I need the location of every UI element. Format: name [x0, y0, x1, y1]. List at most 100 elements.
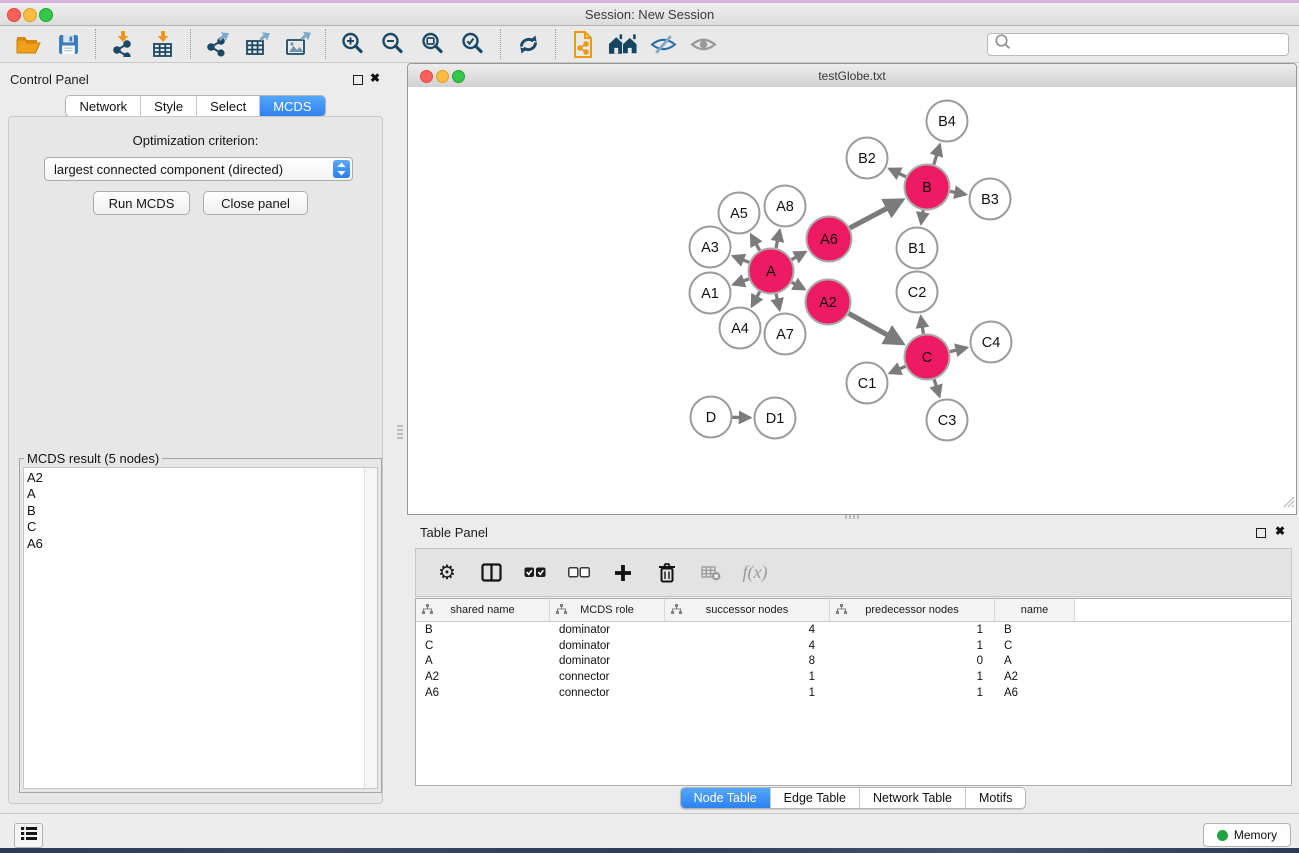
settings-gear-icon[interactable]: ⚙ [434, 560, 460, 586]
horizontal-splitter-grip[interactable] [845, 515, 861, 519]
tab-mcds[interactable]: MCDS [259, 96, 324, 116]
add-column-icon[interactable] [610, 560, 636, 586]
graph-node-D1[interactable]: D1 [755, 398, 796, 439]
graph-node-C3[interactable]: C3 [927, 400, 968, 441]
table-cell[interactable]: 8 [665, 655, 830, 667]
search-field[interactable] [987, 33, 1289, 56]
mcds-result-item[interactable]: A [27, 486, 361, 502]
table-row[interactable]: Bdominator41B [416, 622, 1291, 638]
graph-node-B[interactable]: B [905, 165, 950, 210]
close-panel-button[interactable]: Close panel [203, 191, 308, 215]
eye-icon[interactable] [688, 29, 718, 59]
tab-node-table[interactable]: Node Table [681, 788, 770, 808]
table-body[interactable]: Bdominator41BCdominator41CAdominator80AA… [416, 622, 1291, 701]
network-canvas[interactable]: AA1A2A3A4A5A6A7A8BB1B2B3B4CC1C2C3C4DD1 [408, 87, 1296, 514]
graph-edge-C-C1[interactable] [890, 366, 905, 373]
graph-node-A3[interactable]: A3 [690, 227, 731, 268]
memory-button[interactable]: Memory [1203, 823, 1291, 847]
vertical-splitter-grip[interactable] [397, 425, 403, 441]
run-mcds-button[interactable]: Run MCDS [93, 191, 190, 215]
tab-motifs[interactable]: Motifs [965, 788, 1025, 808]
graph-edge-A-A3[interactable] [733, 256, 749, 262]
graph-edge-A6-B[interactable] [850, 200, 902, 228]
refresh-icon[interactable] [513, 29, 543, 59]
column-header-successor-nodes[interactable]: successor nodes [665, 599, 830, 621]
import-network-icon[interactable] [108, 29, 138, 59]
open-folder-icon[interactable] [13, 29, 43, 59]
graph-node-B1[interactable]: B1 [897, 228, 938, 269]
zoom-in-icon[interactable] [338, 29, 368, 59]
table-cell[interactable]: 0 [830, 655, 995, 667]
graph-edge-C-C4[interactable] [950, 348, 967, 352]
graph-node-C4[interactable]: C4 [971, 322, 1012, 363]
graph-node-A6[interactable]: A6 [807, 217, 852, 262]
graph-edge-A-A4[interactable] [752, 292, 760, 306]
tab-select[interactable]: Select [196, 96, 259, 116]
table-cell[interactable]: 1 [830, 640, 995, 652]
table-cell[interactable]: dominator [550, 655, 665, 667]
table-cell[interactable]: C [416, 640, 550, 652]
tab-network[interactable]: Network [66, 96, 140, 116]
table-cell[interactable]: dominator [550, 624, 665, 636]
table-cell[interactable]: 1 [830, 624, 995, 636]
column-header-name[interactable]: name [995, 599, 1075, 621]
float-window-icon[interactable] [353, 75, 363, 85]
table-row[interactable]: Adominator80A [416, 654, 1291, 670]
mcds-result-item[interactable]: C [27, 519, 361, 535]
table-cell[interactable]: 1 [830, 687, 995, 699]
table-cell[interactable]: B [416, 624, 550, 636]
graph-edge-A-A5[interactable] [751, 235, 760, 250]
graph-node-A1[interactable]: A1 [690, 273, 731, 314]
table-cell[interactable]: connector [550, 671, 665, 683]
select-all-icon[interactable] [522, 560, 548, 586]
delete-table-icon[interactable] [698, 560, 724, 586]
graph-edge-B-B1[interactable] [921, 210, 923, 223]
column-header-predecessor-nodes[interactable]: predecessor nodes [830, 599, 995, 621]
column-layout-icon[interactable] [478, 560, 504, 586]
table-cell[interactable]: 1 [665, 687, 830, 699]
deselect-all-icon[interactable] [566, 560, 592, 586]
resize-grip-icon[interactable] [1282, 495, 1295, 513]
graph-edge-A-A7[interactable] [776, 294, 779, 310]
table-row[interactable]: A2connector11A2 [416, 669, 1291, 685]
mcds-result-item[interactable]: A6 [27, 536, 361, 552]
graph-edge-B-B3[interactable] [950, 191, 965, 194]
graph-node-A5[interactable]: A5 [719, 193, 760, 234]
graph-node-A[interactable]: A [749, 249, 794, 294]
tab-edge-table[interactable]: Edge Table [770, 788, 859, 808]
tab-network-table[interactable]: Network Table [859, 788, 965, 808]
graph-node-C[interactable]: C [905, 335, 950, 380]
table-row[interactable]: Cdominator41C [416, 638, 1291, 654]
home-icon[interactable] [608, 29, 638, 59]
graph-edge-B-B4[interactable] [934, 145, 940, 164]
import-table-icon[interactable] [148, 29, 178, 59]
scrollbar-track[interactable] [364, 468, 377, 788]
graph-edge-A-A1[interactable] [734, 279, 749, 284]
task-history-button[interactable] [14, 823, 43, 848]
table-cell[interactable]: dominator [550, 640, 665, 652]
table-cell[interactable]: A6 [995, 687, 1075, 699]
close-icon[interactable]: ✖ [370, 71, 380, 85]
criterion-dropdown[interactable]: largest connected component (directed) [44, 157, 353, 181]
table-cell[interactable]: A2 [416, 671, 550, 683]
column-header-shared-name[interactable]: shared name [416, 599, 550, 621]
table-cell[interactable]: A [995, 655, 1075, 667]
table-cell[interactable]: 1 [665, 671, 830, 683]
graph-node-C1[interactable]: C1 [847, 363, 888, 404]
float-window-icon[interactable] [1256, 528, 1266, 538]
graph-edge-A-A6[interactable] [792, 252, 806, 260]
save-icon[interactable] [53, 29, 83, 59]
table-cell[interactable]: C [995, 640, 1075, 652]
graph-node-B4[interactable]: B4 [927, 101, 968, 142]
zoom-fit-icon[interactable] [418, 29, 448, 59]
table-cell[interactable]: connector [550, 687, 665, 699]
table-cell[interactable]: 4 [665, 624, 830, 636]
close-icon[interactable]: ✖ [1275, 524, 1285, 538]
table-row[interactable]: A6connector11A6 [416, 685, 1291, 701]
graph-node-C2[interactable]: C2 [897, 272, 938, 313]
search-input[interactable] [1015, 36, 1288, 52]
table-cell[interactable]: B [995, 624, 1075, 636]
network-graph[interactable]: AA1A2A3A4A5A6A7A8BB1B2B3B4CC1C2C3C4DD1 [408, 87, 1296, 514]
graph-node-A4[interactable]: A4 [720, 308, 761, 349]
table-cell[interactable]: A6 [416, 687, 550, 699]
